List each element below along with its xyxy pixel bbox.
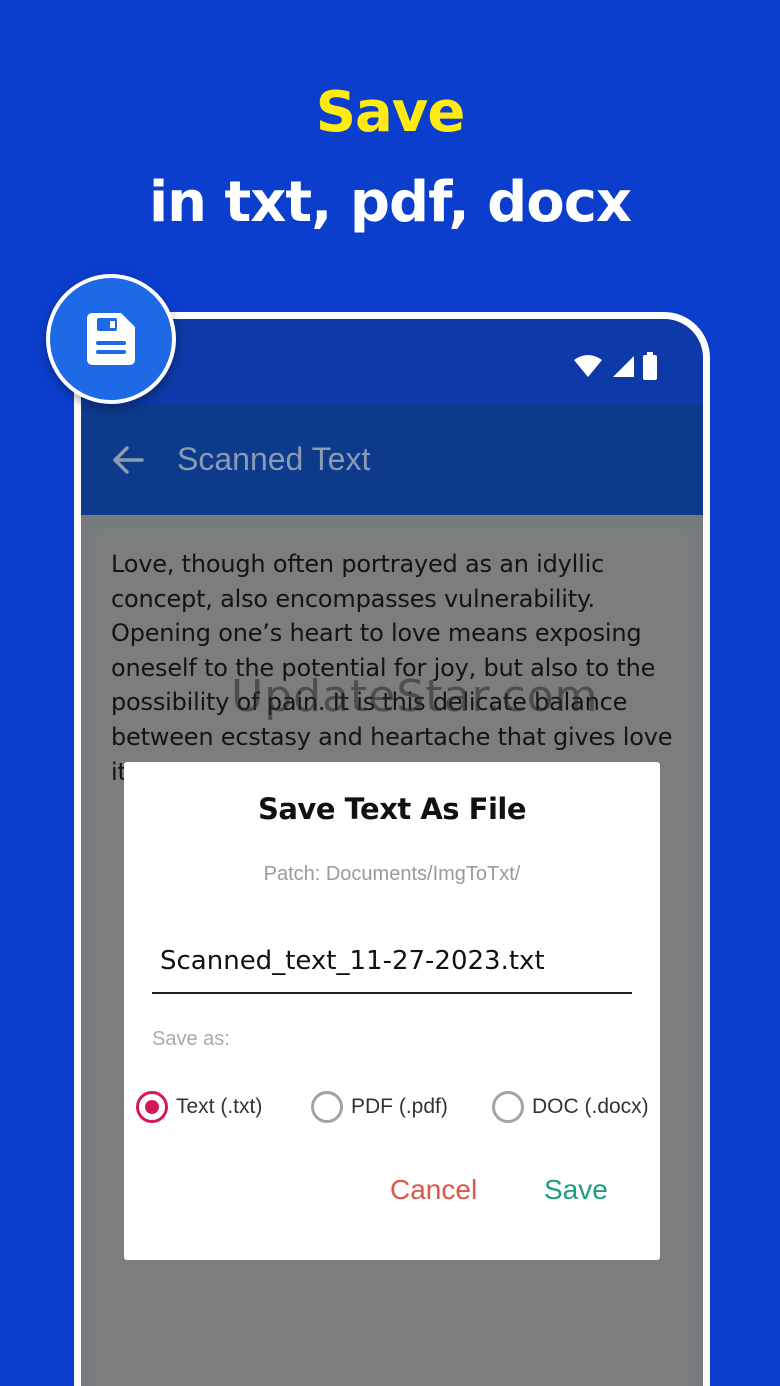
radio-option-docx[interactable]: DOC (.docx) <box>492 1091 649 1123</box>
battery-icon <box>643 352 657 380</box>
format-radio-group: Text (.txt) PDF (.pdf) DOC (.docx) <box>136 1091 656 1125</box>
watermark: UpdateStar.com <box>231 671 599 722</box>
signal-icon <box>613 356 634 377</box>
text-line: Opening one’s heart to love means exposi… <box>111 619 642 648</box>
radio-button-docx[interactable] <box>492 1091 524 1123</box>
status-icons <box>573 352 657 380</box>
radio-label-pdf: PDF (.pdf) <box>351 1095 448 1118</box>
text-line: between ecstasy and heartache that gives… <box>111 722 673 751</box>
save-button[interactable]: Save <box>544 1174 608 1206</box>
radio-label-txt: Text (.txt) <box>176 1095 263 1118</box>
dialog-path: Patch: Documents/ImgToTxt/ <box>263 863 521 885</box>
radio-button-txt[interactable] <box>136 1091 168 1123</box>
text-line: Love, though often portrayed as an idyll… <box>111 550 605 578</box>
filename-input[interactable] <box>152 930 632 994</box>
radio-option-txt[interactable]: Text (.txt) <box>136 1091 262 1123</box>
save-as-label: Save as: <box>152 1028 230 1050</box>
headline-save: Save <box>315 80 466 145</box>
arrow-left-icon[interactable] <box>111 443 145 477</box>
radio-option-pdf[interactable]: PDF (.pdf) <box>311 1091 448 1123</box>
headline-formats: in txt, pdf, docx <box>148 170 632 235</box>
save-file-icon <box>87 313 135 365</box>
radio-button-pdf[interactable] <box>311 1091 343 1123</box>
page-title: Scanned Text <box>177 441 371 477</box>
wifi-icon <box>574 355 602 377</box>
radio-label-docx: DOC (.docx) <box>532 1095 649 1118</box>
save-dialog: Save Text As File Patch: Documents/ImgTo… <box>124 762 660 1260</box>
scanned-text: Love, though often portrayed as an idyll… <box>111 547 681 789</box>
dialog-title: Save Text As File <box>257 792 527 826</box>
cancel-button[interactable]: Cancel <box>390 1174 477 1206</box>
text-line: concept, also encompasses vulnerability. <box>111 584 595 613</box>
save-badge <box>46 274 176 404</box>
app-bar: Scanned Text <box>81 405 703 515</box>
